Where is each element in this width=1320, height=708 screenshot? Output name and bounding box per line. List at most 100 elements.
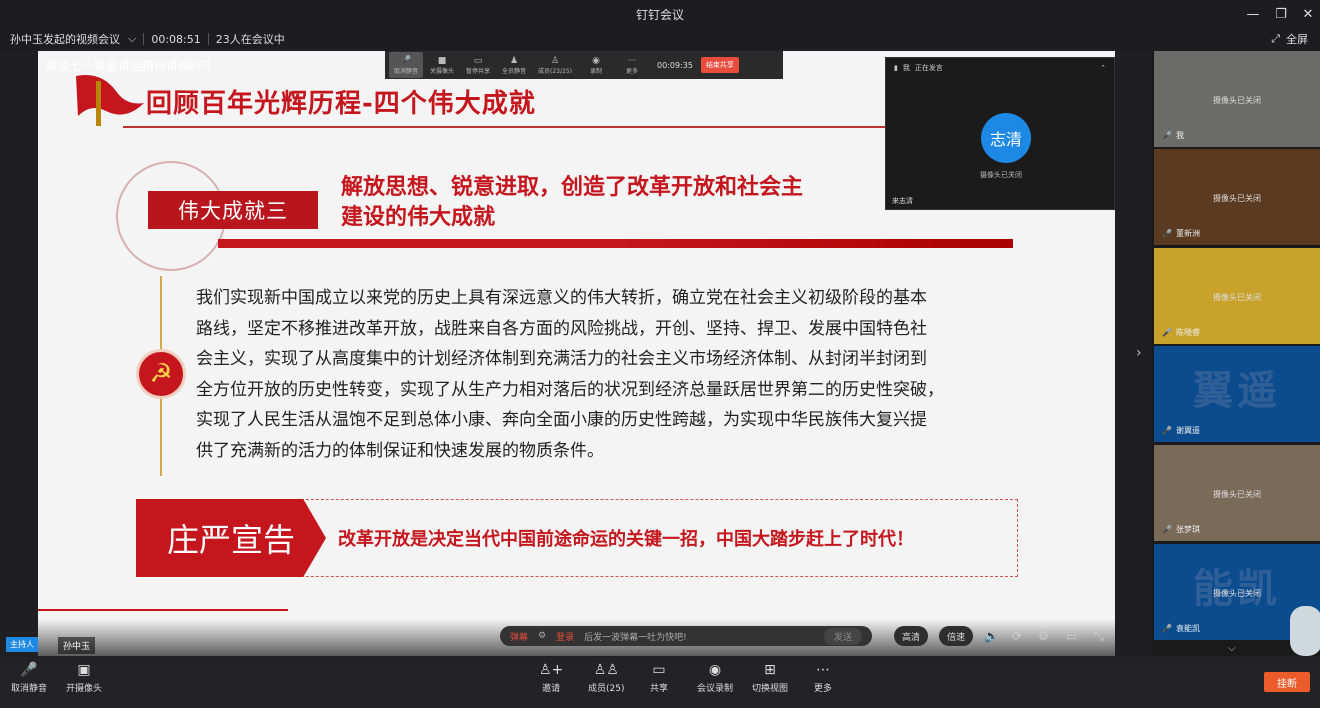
pip-icon[interactable]: ▭ xyxy=(1066,629,1077,643)
name-watermark: 翼遥 xyxy=(1193,368,1281,414)
fullscreen-button[interactable]: ⤢ 全屏 xyxy=(1271,28,1308,50)
toolbar-unmute-button[interactable]: 🎤 取消静音 xyxy=(389,52,423,78)
more-button[interactable]: ⋯ 更多 xyxy=(814,662,832,694)
assistant-robot-icon[interactable] xyxy=(1290,606,1320,656)
participant-name: 🎤 张梦琪 xyxy=(1162,524,1200,535)
volume-icon[interactable]: 🔈 xyxy=(984,629,999,643)
members-button[interactable]: ♙♙ 成员(25) xyxy=(588,662,624,694)
host-badge: 主持人 xyxy=(6,637,38,652)
rotate-icon[interactable]: ⟳ xyxy=(1012,629,1022,643)
share-screen-icon: ▭ xyxy=(652,662,666,678)
settings-icon[interactable]: ⚙ xyxy=(1038,629,1049,643)
quality-button[interactable]: 高清 xyxy=(894,626,928,646)
toolbar-more-button[interactable]: ⋯ 更多 xyxy=(615,52,649,78)
toolbar-record-button[interactable]: ◉ 录制 xyxy=(579,52,613,78)
achievement-label: 伟大成就三 xyxy=(148,191,318,229)
meeting-info-bar: 孙中玉发起的视频会议 ⌵ 00:08:51 23人在会议中 xyxy=(0,28,1320,50)
danmaku-input[interactable]: 后发一波弹幕一吐为快吧! xyxy=(584,630,687,643)
record-button[interactable]: ◉ 会议录制 xyxy=(697,662,733,694)
meeting-name[interactable]: 孙中玉发起的视频会议 xyxy=(10,31,120,47)
toolbar-members-button[interactable]: ♙ 成员(23/25) xyxy=(533,52,577,78)
participant-name: 🎤 董新洲 xyxy=(1162,228,1200,239)
toolbar-label: 录制 xyxy=(589,67,602,75)
participant-tile[interactable]: 摄像头已关闭 🎤 董新洲 xyxy=(1154,149,1320,245)
toolbar-camera-button[interactable]: ■ 关摄像头 xyxy=(425,52,459,78)
invite-button[interactable]: ♙+ 邀请 xyxy=(539,662,563,694)
unmute-button[interactable]: 🎤 取消静音 xyxy=(11,662,47,694)
danmaku-settings-icon[interactable]: ⚙ xyxy=(538,631,546,641)
record-label: 会议录制 xyxy=(697,684,734,694)
fullscreen-icon[interactable]: ⤡ xyxy=(1094,629,1104,644)
mic-off-icon: 🎤 xyxy=(1162,525,1172,534)
meeting-floating-toolbar: 🎤 取消静音 ■ 关摄像头 ▭ 暂停共享 ♟ 全员静音 ♙ 成员(23/25) … xyxy=(385,51,783,79)
toolbar-label: 全员静音 xyxy=(501,67,526,75)
toolbar-mute-all-button[interactable]: ♟ 全员静音 xyxy=(497,52,531,78)
toolbar-pause-share-button[interactable]: ▭ 暂停共享 xyxy=(461,52,495,78)
speaking-status: 正在发言 xyxy=(914,64,943,72)
camera-off-text: 摄像头已关闭 xyxy=(980,171,1022,179)
participant-tile[interactable]: 翼遥 🎤 谢翼遥 xyxy=(1154,346,1320,442)
volume-bars-icon: ▮ xyxy=(894,64,898,72)
chevron-right-icon[interactable]: › xyxy=(1136,345,1142,361)
divider xyxy=(207,33,209,45)
body-line: 路线，坚定不移推进改革开放，战胜来自各方面的风险挑战，开创、坚持、捍卫、发展中国… xyxy=(196,318,927,339)
participant-label: 谢翼遥 xyxy=(1175,426,1200,435)
danmaku-bar[interactable]: 弹幕 ⚙ 登录 后发一波弹幕一吐为快吧! 发送 xyxy=(500,626,872,646)
login-link[interactable]: 登录 xyxy=(556,630,574,643)
switch-view-label: 切换视图 xyxy=(752,684,789,694)
camera-label: 开摄像头 xyxy=(66,684,103,694)
participant-tile[interactable]: 摄像头已关闭 🎤 我 xyxy=(1154,51,1320,147)
name-watermark: 能凯 xyxy=(1193,566,1281,612)
record-icon: ◉ xyxy=(708,662,722,678)
collapse-icon[interactable]: ⌃ xyxy=(1100,64,1106,72)
participant-label: 陈晓睿 xyxy=(1175,328,1200,337)
toolbar-label: 暂停共享 xyxy=(465,67,490,75)
speed-button[interactable]: 倍速 xyxy=(939,626,973,646)
camera-button[interactable]: ▣ 开摄像头 xyxy=(66,662,102,694)
participant-sidebar: 摄像头已关闭 🎤 我 摄像头已关闭 🎤 董新洲 摄像头已关闭 🎤 陈晓睿 翼遥 🎤 谢翼… xyxy=(1152,51,1320,656)
participant-tile[interactable]: 摄像头已关闭 🎤 陈晓睿 xyxy=(1154,248,1320,344)
participant-name: 🎤 陈晓睿 xyxy=(1162,327,1200,338)
speaker-panel: ▮ 我 正在发言 ⌃ 志清 摄像头已关闭 来志清 xyxy=(885,57,1115,210)
participant-name: 🎤 谢翼遥 xyxy=(1162,425,1200,436)
share-button[interactable]: ▭ 共享 xyxy=(650,662,668,694)
host-name: 孙中玉 xyxy=(58,637,96,654)
declaration-text: 改革开放是决定当代中国前途命运的关键一招，中国大踏步赶上了时代！ xyxy=(338,529,914,550)
members-label: 成员(25) xyxy=(588,684,625,694)
mic-off-icon: 🎤 xyxy=(1162,426,1172,435)
add-user-icon: ♙+ xyxy=(539,662,564,678)
expand-icon: ⤢ xyxy=(1271,32,1280,45)
mic-off-icon: 🎤 xyxy=(20,662,38,678)
divider xyxy=(143,33,145,45)
body-line: 实现了人民生活从温饱不足到总体小康、奔向全面小康的历史性跨越，为实现中华民族伟大… xyxy=(196,410,927,430)
send-button[interactable]: 发送 xyxy=(823,627,862,645)
more-label: 更多 xyxy=(814,684,833,694)
toolbar-label: 关摄像头 xyxy=(429,67,454,75)
mic-off-icon: 🎤 xyxy=(1162,229,1172,238)
camera-off-text: 摄像头已关闭 xyxy=(1213,96,1261,105)
hangup-button[interactable]: 挂断 xyxy=(1264,672,1310,692)
chevron-down-icon[interactable]: ⌵ xyxy=(1228,643,1236,654)
toolbar-label: 取消静音 xyxy=(393,67,418,75)
footer-line xyxy=(38,609,288,611)
participant-label: 董新洲 xyxy=(1175,229,1200,238)
slide-title: 回顾百年光辉历程-四个伟大成就 xyxy=(146,89,536,119)
mic-off-icon: 🎤 xyxy=(1162,624,1172,633)
speaker-name: 来志清 xyxy=(892,197,913,205)
speaker-me: 我 xyxy=(902,64,910,72)
achievement-heading: 解放思想、锐意进取，创造了改革开放和社会主 建设的伟大成就 xyxy=(341,173,901,233)
close-button[interactable]: ✕ xyxy=(1291,0,1320,28)
participant-name: 🎤 我 xyxy=(1162,130,1184,141)
end-share-button[interactable]: 结束共享 xyxy=(700,57,739,73)
members-icon: ♙♙ xyxy=(593,662,619,678)
switch-view-button[interactable]: ⊞ 切换视图 xyxy=(752,662,788,694)
danmaku-toggle[interactable]: 弹幕 xyxy=(510,630,528,643)
avatar: 志清 xyxy=(981,113,1031,163)
participant-tile[interactable]: 摄像头已关闭 🎤 张梦琪 xyxy=(1154,445,1320,541)
camera-icon: ■ xyxy=(437,55,447,66)
chevron-down-icon[interactable]: ⌵ xyxy=(128,32,136,46)
participant-label: 张梦琪 xyxy=(1175,525,1200,534)
participant-label: 我 xyxy=(1175,131,1184,140)
members-icon: ♙ xyxy=(550,55,560,66)
camera-off-text: 摄像头已关闭 xyxy=(1213,589,1261,598)
